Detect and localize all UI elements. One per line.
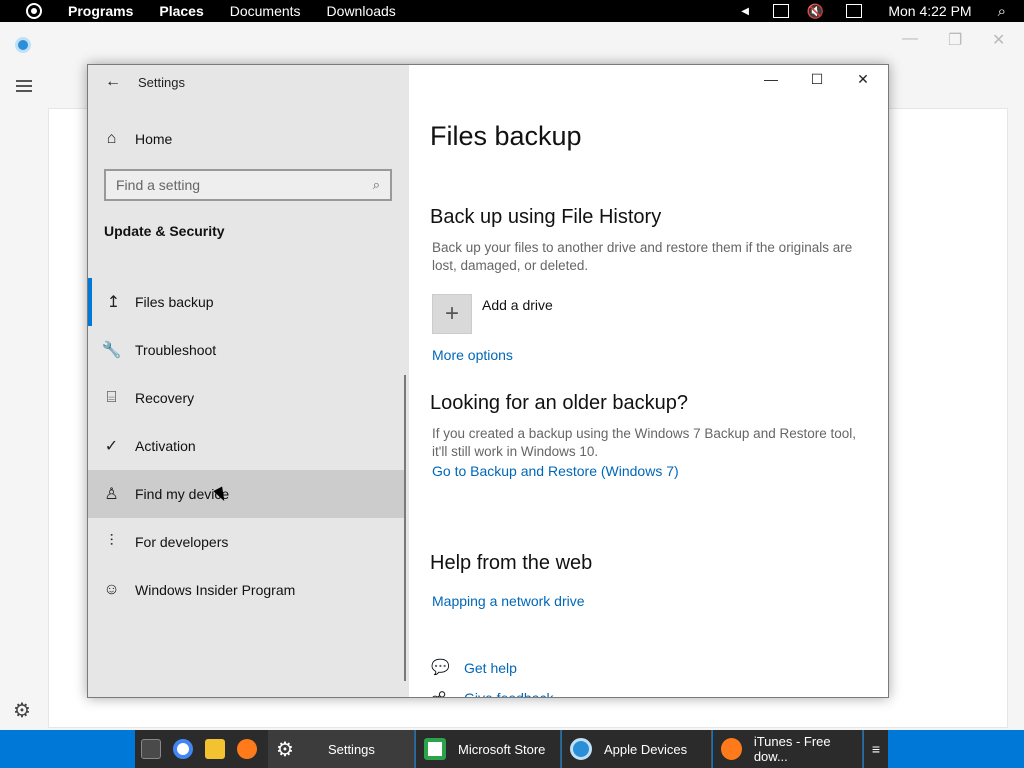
quick-launch — [135, 730, 268, 768]
settings-sidebar: ← Settings ⌂ Home ⌕ Update & Security ↥ … — [88, 65, 409, 697]
nav-activation[interactable]: ✓ Activation — [88, 422, 406, 470]
more-options-link[interactable]: More options — [432, 347, 513, 363]
menu-programs[interactable]: Programs — [68, 3, 133, 19]
taskbar-label: Microsoft Store — [458, 741, 546, 757]
taskbar-menu-icon[interactable]: ≡ — [864, 730, 888, 768]
bg-restore-icon[interactable]: ❐ — [948, 30, 962, 50]
nav-home-label: Home — [135, 131, 173, 147]
wrench-icon: 🔧 — [101, 342, 122, 359]
taskbar-settings[interactable]: ⚙ Settings — [268, 730, 415, 768]
hamburger-menu-icon[interactable] — [16, 80, 32, 92]
taskbar-label: iTunes - Free dow... — [753, 734, 831, 764]
store-icon — [424, 738, 446, 760]
file-history-description: Back up your files to another drive and … — [432, 240, 853, 273]
window-title: Settings — [138, 74, 185, 90]
nav-label: Recovery — [135, 390, 195, 406]
taskbar-apple-devices[interactable]: Apple Devices — [562, 730, 712, 768]
settings-gear-icon[interactable]: ⚙ — [13, 698, 31, 723]
settings-window: ← Settings ⌂ Home ⌕ Update & Security ↥ … — [87, 64, 889, 698]
app-menu-icon[interactable] — [26, 3, 42, 19]
nav-label: For developers — [135, 534, 229, 550]
nav-files-backup[interactable]: ↥ Files backup — [88, 278, 406, 326]
insider-icon: ☺ — [103, 581, 120, 598]
nav-troubleshoot[interactable]: 🔧 Troubleshoot — [88, 326, 406, 374]
menu-documents[interactable]: Documents — [230, 3, 301, 19]
bg-close-icon[interactable]: ✕ — [992, 30, 1005, 50]
feedback-icon: ☍ — [431, 689, 447, 698]
taskbar-label: Apple Devices — [604, 741, 688, 757]
section-heading: Update & Security — [104, 223, 225, 239]
desktop-icon[interactable] — [141, 739, 161, 759]
developer-icon: ⫶ — [109, 533, 114, 550]
file-history-heading: Back up using File History — [430, 206, 662, 228]
upload-arrow-icon: ↥ — [106, 294, 121, 311]
nav-label: Troubleshoot — [135, 342, 217, 358]
minimize-icon[interactable]: — — [748, 71, 794, 87]
taskbar: ⚙ Settings Microsoft Store Apple Devices… — [0, 730, 1024, 768]
tray-arrow-icon[interactable]: ◀ — [741, 6, 749, 17]
sync-icon — [570, 738, 592, 760]
mapping-network-drive-link[interactable]: Mapping a network drive — [432, 593, 585, 609]
nav-windows-insider[interactable]: ☺ Windows Insider Program — [88, 566, 406, 614]
home-icon: ⌂ — [106, 130, 117, 147]
back-arrow-icon[interactable]: ← — [88, 73, 138, 91]
menu-downloads[interactable]: Downloads — [327, 3, 396, 19]
folder-icon[interactable] — [205, 739, 225, 759]
nav-label: Files backup — [135, 294, 214, 310]
volume-muted-icon[interactable]: 🔇 — [807, 3, 824, 20]
menu-places[interactable]: Places — [159, 3, 203, 19]
maximize-icon[interactable]: ☐ — [794, 71, 840, 88]
nav-find-my-device[interactable]: ♙ Find my device — [88, 470, 406, 518]
top-menu-bar: Programs Places Documents Downloads ◀ 🔇 … — [0, 0, 1024, 22]
give-feedback-link[interactable]: Give feedback — [464, 690, 554, 697]
nav-label: Activation — [135, 438, 196, 454]
nav-recovery[interactable]: ⌸ Recovery — [88, 374, 406, 422]
taskbar-microsoft-store[interactable]: Microsoft Store — [416, 730, 561, 768]
taskbar-label: Settings — [327, 741, 375, 757]
bg-minimize-icon[interactable]: — — [902, 30, 918, 48]
plus-icon: + — [444, 300, 459, 327]
network-icon[interactable] — [772, 4, 789, 18]
older-backup-description: If you created a backup using the Window… — [432, 426, 856, 459]
nav-home[interactable]: ⌂ Home — [88, 115, 406, 163]
taskbar-itunes[interactable]: iTunes - Free dow... — [713, 730, 863, 768]
help-heading: Help from the web — [430, 552, 593, 574]
sync-icon — [15, 37, 31, 53]
get-help-icon: 💬 — [431, 659, 450, 676]
older-backup-heading: Looking for an older backup? — [430, 392, 688, 414]
clock[interactable]: Mon 4:22 PM — [888, 3, 971, 19]
add-drive-button[interactable]: + — [432, 294, 472, 334]
gear-icon: ⚙ — [276, 738, 294, 761]
search-input[interactable] — [116, 177, 373, 193]
page-title: Files backup — [430, 121, 582, 151]
firefox-icon — [721, 738, 742, 760]
chrome-icon[interactable] — [173, 739, 193, 759]
get-help-link[interactable]: Get help — [464, 660, 517, 676]
window-titlebar: ← Settings — [88, 65, 409, 99]
notification-icon[interactable] — [846, 4, 863, 18]
sidebar-scrollbar[interactable] — [404, 375, 406, 681]
nav-label: Windows Insider Program — [135, 582, 296, 598]
nav-for-developers[interactable]: ⫶ For developers — [88, 518, 406, 566]
person-location-icon: ♙ — [104, 486, 119, 503]
close-icon[interactable]: ✕ — [840, 71, 886, 88]
recovery-icon: ⌸ — [106, 389, 117, 406]
check-circle-icon: ✓ — [104, 438, 119, 455]
search-icon[interactable]: ⌕ — [998, 3, 1006, 20]
add-drive-label[interactable]: Add a drive — [482, 297, 553, 313]
search-box[interactable]: ⌕ — [104, 169, 392, 201]
search-icon[interactable]: ⌕ — [373, 177, 380, 193]
settings-content: — ☐ ✕ Files backup Back up using File Hi… — [409, 65, 888, 697]
firefox-icon[interactable] — [237, 739, 257, 759]
backup-restore-link[interactable]: Go to Backup and Restore (Windows 7) — [432, 463, 679, 479]
